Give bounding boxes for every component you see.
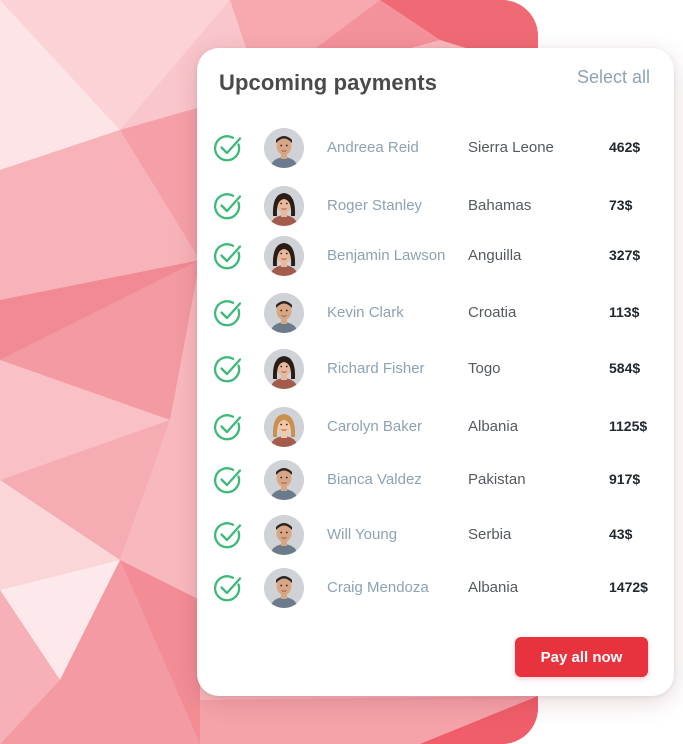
payment-amount: 917$ [609, 471, 641, 487]
payee-name[interactable]: Roger Stanley [327, 197, 422, 214]
avatar [264, 236, 304, 276]
payee-name[interactable]: Carolyn Baker [327, 418, 422, 435]
avatar [264, 407, 304, 447]
check-circle-icon[interactable] [212, 132, 244, 164]
check-circle-icon[interactable] [212, 464, 244, 496]
payment-amount: 327$ [609, 247, 641, 263]
payee-name[interactable]: Benjamin Lawson [327, 247, 445, 264]
avatar [264, 515, 304, 555]
payment-row[interactable]: Carolyn Baker Albania 1125$ [197, 405, 674, 449]
payment-amount: 584$ [609, 360, 641, 376]
payment-amount: 462$ [609, 139, 641, 155]
payment-row[interactable]: Will Young Serbia 43$ [197, 513, 674, 557]
payment-row[interactable]: Bianca Valdez Pakistan 917$ [197, 458, 674, 502]
payment-amount: 43$ [609, 526, 633, 542]
avatar [264, 128, 304, 168]
payment-row[interactable]: Roger Stanley Bahamas 73$ [197, 184, 674, 228]
payment-amount: 113$ [609, 304, 640, 320]
payee-name[interactable]: Richard Fisher [327, 360, 425, 377]
avatar [264, 186, 304, 226]
check-circle-icon[interactable] [212, 353, 244, 385]
payee-country: Sierra Leone [468, 139, 554, 156]
payee-country: Croatia [468, 304, 517, 321]
upcoming-payments-card: Upcoming payments Select all Andreea Rei… [197, 48, 674, 696]
payee-country: Pakistan [468, 471, 526, 488]
payee-name[interactable]: Craig Mendoza [327, 579, 429, 596]
avatar [264, 568, 304, 608]
avatar [264, 460, 304, 500]
payment-amount: 1472$ [609, 579, 648, 595]
payment-row[interactable]: Andreea Reid Sierra Leone 462$ [197, 126, 674, 170]
payee-name[interactable]: Will Young [327, 526, 397, 543]
payee-country: Bahamas [468, 197, 532, 214]
card-title: Upcoming payments [219, 70, 438, 95]
payee-country: Anguilla [468, 247, 522, 264]
payee-name[interactable]: Andreea Reid [327, 139, 419, 156]
payment-row[interactable]: Benjamin Lawson Anguilla 327$ [197, 234, 674, 278]
payee-name[interactable]: Bianca Valdez [327, 471, 422, 488]
payment-row[interactable]: Kevin Clark Croatia 113$ [197, 291, 674, 335]
check-circle-icon[interactable] [212, 297, 244, 329]
payment-amount: 1125$ [609, 418, 648, 434]
check-circle-icon[interactable] [212, 572, 244, 604]
payment-amount: 73$ [609, 197, 633, 213]
payee-name[interactable]: Kevin Clark [327, 304, 404, 321]
select-all-link[interactable]: Select all [577, 67, 650, 88]
payment-row[interactable]: Craig Mendoza Albania 1472$ [197, 566, 674, 610]
payee-country: Albania [468, 418, 519, 435]
avatar [264, 293, 304, 333]
payment-row[interactable]: Richard Fisher Togo 584$ [197, 347, 674, 391]
check-circle-icon[interactable] [212, 519, 244, 551]
check-circle-icon[interactable] [212, 411, 244, 443]
pay-all-now-button[interactable]: Pay all now [515, 637, 648, 677]
check-circle-icon[interactable] [212, 190, 244, 222]
payee-country: Albania [468, 579, 519, 596]
payee-country: Serbia [468, 526, 512, 543]
payee-country: Togo [468, 360, 501, 377]
check-circle-icon[interactable] [212, 240, 244, 272]
avatar [264, 349, 304, 389]
